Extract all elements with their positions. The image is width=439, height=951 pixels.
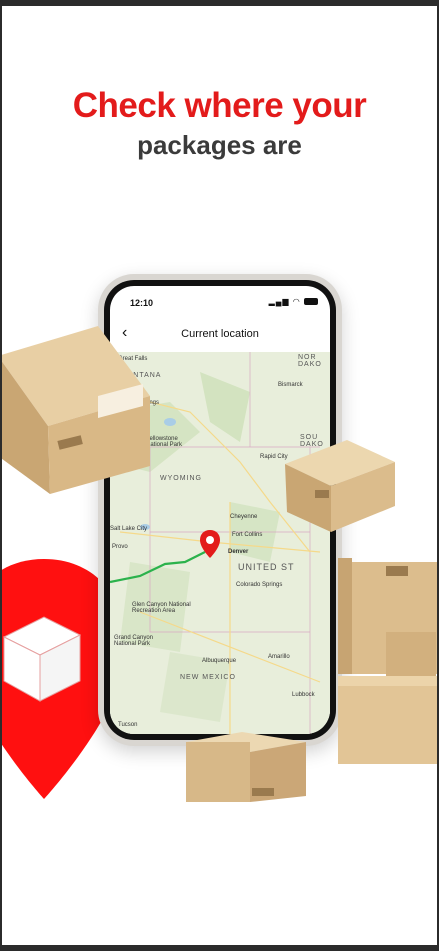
map-region-label: NOR DAKO (298, 354, 322, 368)
package-box-icon (338, 558, 437, 764)
status-icons: ▂▄▆ ◠ (269, 297, 318, 306)
map-city-label: Yellowstone National Park (146, 436, 183, 448)
map-city-label: Glen Canyon National Recreation Area (132, 602, 191, 614)
map-city-label: Fort Collins (232, 532, 263, 538)
wifi-icon: ◠ (292, 297, 301, 306)
signal-icon: ▂▄▆ (268, 297, 290, 306)
map-city-label: Grand Canyon National Park (114, 635, 154, 647)
app-store-frame: Check where your packages are 12:10 ▂▄▆ … (2, 6, 437, 945)
map-city-label: Provo (112, 544, 128, 550)
map-city-label: Amarillo (268, 654, 290, 660)
map-region-label: WYOMING (160, 475, 202, 482)
headline-line2: packages are (137, 130, 302, 160)
map-region-label: UNITED ST (238, 562, 295, 572)
map-city-label: Rapid City (260, 454, 288, 460)
package-box-icon (186, 732, 306, 802)
map-city-label: Denver (228, 549, 249, 555)
map-region-label: NEW MEXICO (180, 674, 236, 681)
map-city-label: Colorado Springs (236, 582, 283, 588)
map-city-label: Cheyenne (230, 514, 258, 520)
map-city-label: Tucson (118, 722, 138, 728)
package-box-icon (2, 326, 150, 494)
map-city-label: Bismarck (278, 382, 303, 388)
package-box-icon (285, 440, 395, 532)
battery-icon (304, 298, 318, 306)
headline-line1: Check where your (72, 86, 367, 125)
map-city-label: Lubbock (292, 692, 315, 698)
map-city-label: Salt Lake City (110, 526, 148, 532)
map-city-label: Albuquerque (202, 658, 237, 664)
status-time: 12:10 (130, 298, 154, 308)
